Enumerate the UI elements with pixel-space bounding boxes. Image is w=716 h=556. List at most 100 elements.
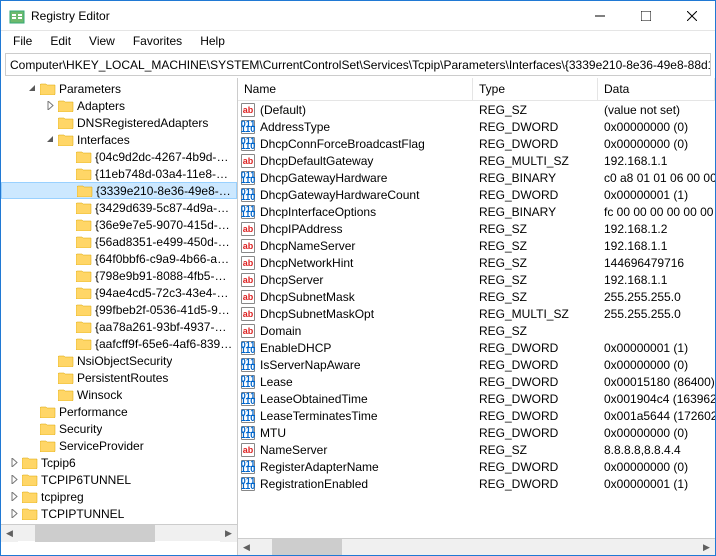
tree-node[interactable]: Tcpip6: [1, 454, 237, 471]
tree-node[interactable]: {aafcff9f-65e6-4af6-8393-835: [1, 335, 237, 352]
list-row[interactable]: abDomainREG_SZ: [238, 322, 715, 339]
collapse-icon[interactable]: [25, 81, 40, 96]
tree-node[interactable]: {04c9d2dc-4267-4b9d-a5e4-0: [1, 148, 237, 165]
tree-panel[interactable]: ParametersAdaptersDNSRegisteredAdapters I…: [1, 78, 238, 555]
menu-edit[interactable]: Edit: [42, 32, 79, 50]
tree-node[interactable]: {99fbeb2f-0536-41d5-9223-0: [1, 301, 237, 318]
list-row[interactable]: 011110DhcpInterfaceOptionsREG_BINARYfc 0…: [238, 203, 715, 220]
list-row[interactable]: ab(Default)REG_SZ(value not set): [238, 101, 715, 118]
tree-label: Interfaces: [77, 133, 130, 147]
list-row[interactable]: 011110DhcpConnForceBroadcastFlagREG_DWOR…: [238, 135, 715, 152]
value-type: REG_MULTI_SZ: [473, 307, 598, 321]
folder-icon: [58, 371, 74, 384]
folder-icon: [76, 252, 92, 265]
col-header-data[interactable]: Data: [598, 78, 715, 100]
list-row[interactable]: 011110DhcpGatewayHardwareREG_BINARYc0 a8…: [238, 169, 715, 186]
minimize-button[interactable]: [577, 1, 623, 31]
tree-node[interactable]: {3339e210-8e36-49e8-88d1-e: [1, 182, 237, 199]
tree-node[interactable]: ServiceProvider: [1, 437, 237, 454]
col-header-type[interactable]: Type: [473, 78, 598, 100]
tree-hscroll[interactable]: ◀ ▶: [1, 524, 237, 541]
menu-file[interactable]: File: [5, 32, 40, 50]
reg-string-icon: ab: [240, 153, 256, 169]
col-header-name[interactable]: Name: [238, 78, 473, 100]
tree-node[interactable]: {3429d639-5c87-4d9a-9670-8: [1, 199, 237, 216]
tree-node[interactable]: {56ad8351-e499-450d-8199-b: [1, 233, 237, 250]
value-name: AddressType: [260, 120, 330, 134]
value-name: NameServer: [260, 443, 327, 457]
tree-node[interactable]: TCPIP6TUNNEL: [1, 471, 237, 488]
tree-node[interactable]: {94ae4cd5-72c3-43e4-bd7c-2: [1, 284, 237, 301]
list-row[interactable]: abDhcpServerREG_SZ192.168.1.1: [238, 271, 715, 288]
value-data: 0x00000000 (0): [598, 426, 715, 440]
list-row[interactable]: 011110EnableDHCPREG_DWORD0x00000001 (1): [238, 339, 715, 356]
close-button[interactable]: [669, 1, 715, 31]
list-row[interactable]: abDhcpSubnetMaskOptREG_MULTI_SZ255.255.2…: [238, 305, 715, 322]
tree-node[interactable]: Interfaces: [1, 131, 237, 148]
list-row[interactable]: 011110RegisterAdapterNameREG_DWORD0x0000…: [238, 458, 715, 475]
list-row[interactable]: abDhcpDefaultGatewayREG_MULTI_SZ192.168.…: [238, 152, 715, 169]
scroll-thumb[interactable]: [272, 539, 342, 556]
list-row[interactable]: abDhcpNameServerREG_SZ192.168.1.1: [238, 237, 715, 254]
tree-node[interactable]: NsiObjectSecurity: [1, 352, 237, 369]
value-data: 192.168.1.2: [598, 222, 715, 236]
tree-node[interactable]: TCPIPTUNNEL: [1, 505, 237, 522]
expand-icon[interactable]: [7, 489, 22, 504]
expand-icon[interactable]: [7, 455, 22, 470]
value-type: REG_SZ: [473, 256, 598, 270]
reg-binary-icon: 011110: [240, 425, 256, 441]
collapse-icon[interactable]: [43, 132, 58, 147]
reg-string-icon: ab: [240, 272, 256, 288]
scroll-left-button[interactable]: ◀: [1, 525, 18, 542]
scroll-right-button[interactable]: ▶: [698, 539, 715, 555]
scroll-left-button[interactable]: ◀: [238, 539, 255, 555]
tree-node[interactable]: {36e9e7e5-9070-415d-870e-7: [1, 216, 237, 233]
maximize-button[interactable]: [623, 1, 669, 31]
tree-node[interactable]: tcpipreg: [1, 488, 237, 505]
folder-icon: [22, 490, 38, 503]
tree-node[interactable]: {11eb748d-03a4-11e8-921b-8: [1, 165, 237, 182]
list-row[interactable]: 011110AddressTypeREG_DWORD0x00000000 (0): [238, 118, 715, 135]
list-row[interactable]: abDhcpSubnetMaskREG_SZ255.255.255.0: [238, 288, 715, 305]
list-row[interactable]: abDhcpNetworkHintREG_SZ144696479716: [238, 254, 715, 271]
menu-help[interactable]: Help: [192, 32, 233, 50]
list-row[interactable]: 011110IsServerNapAwareREG_DWORD0x0000000…: [238, 356, 715, 373]
scroll-right-button[interactable]: ▶: [220, 525, 237, 542]
tree-node[interactable]: DNSRegisteredAdapters: [1, 114, 237, 131]
value-type: REG_SZ: [473, 222, 598, 236]
list-row[interactable]: 011110DhcpGatewayHardwareCountREG_DWORD0…: [238, 186, 715, 203]
tree-label: TCPIP6TUNNEL: [41, 473, 131, 487]
menu-view[interactable]: View: [81, 32, 123, 50]
expand-icon[interactable]: [7, 472, 22, 487]
list-row[interactable]: 011110LeaseObtainedTimeREG_DWORD0x001904…: [238, 390, 715, 407]
tree-node[interactable]: Performance: [1, 403, 237, 420]
folder-icon: [76, 320, 92, 333]
tree-node[interactable]: Adapters: [1, 97, 237, 114]
list-row[interactable]: 011110LeaseREG_DWORD0x00015180 (86400): [238, 373, 715, 390]
tree-label: PersistentRoutes: [77, 371, 168, 385]
list-row[interactable]: 011110MTUREG_DWORD0x00000000 (0): [238, 424, 715, 441]
tree-node[interactable]: PersistentRoutes: [1, 369, 237, 386]
menu-favorites[interactable]: Favorites: [125, 32, 190, 50]
list-hscroll[interactable]: ◀ ▶: [238, 538, 715, 555]
expand-icon[interactable]: [43, 98, 58, 113]
list-row[interactable]: 011110LeaseTerminatesTimeREG_DWORD0x001a…: [238, 407, 715, 424]
tree-node[interactable]: Winsock: [1, 386, 237, 403]
tree-node[interactable]: {798e9b91-8088-4fb5-8dfa-8: [1, 267, 237, 284]
tree-label: {64f0bbf6-c9a9-4b66-a777-e: [95, 252, 233, 266]
list-row[interactable]: abDhcpIPAddressREG_SZ192.168.1.2: [238, 220, 715, 237]
tree-node[interactable]: Security: [1, 420, 237, 437]
expand-icon[interactable]: [7, 506, 22, 521]
list-body[interactable]: ab(Default)REG_SZ(value not set)011110Ad…: [238, 101, 715, 538]
list-row[interactable]: abNameServerREG_SZ8.8.8.8,8.8.4.4: [238, 441, 715, 458]
tree-node[interactable]: {aa78a261-93bf-4937-a29e-9: [1, 318, 237, 335]
address-bar[interactable]: Computer\HKEY_LOCAL_MACHINE\SYSTEM\Curre…: [5, 53, 711, 76]
tree-node[interactable]: Parameters: [1, 80, 237, 97]
tree-label: tcpipreg: [41, 490, 84, 504]
tree-label: {798e9b91-8088-4fb5-8dfa-8: [95, 269, 233, 283]
list-row[interactable]: 011110RegistrationEnabledREG_DWORD0x0000…: [238, 475, 715, 492]
scroll-thumb[interactable]: [35, 525, 155, 542]
tree-node[interactable]: {64f0bbf6-c9a9-4b66-a777-e: [1, 250, 237, 267]
menubar: FileEditViewFavoritesHelp: [1, 31, 715, 51]
value-type: REG_DWORD: [473, 375, 598, 389]
